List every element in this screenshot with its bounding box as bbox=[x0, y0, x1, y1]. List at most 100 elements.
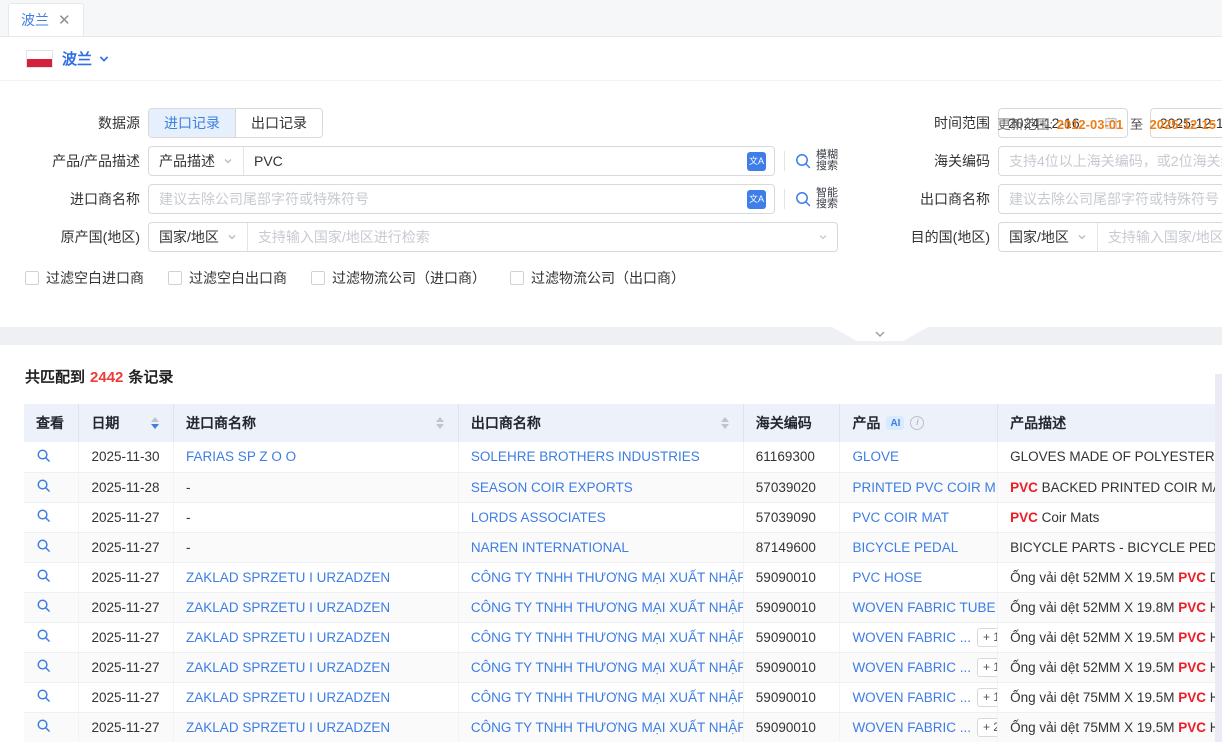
description-text: Ống vải dệt 75MM X 19.5M bbox=[1010, 720, 1178, 735]
more-products-badge[interactable]: + 1 bbox=[977, 658, 998, 677]
exporter-link[interactable]: NAREN INTERNATIONAL bbox=[471, 540, 629, 555]
cell-hs-code: 59090010 bbox=[743, 562, 840, 592]
sort-exporter-button[interactable] bbox=[721, 417, 731, 429]
exporter-link[interactable]: SOLEHRE BROTHERS INDUSTRIES bbox=[471, 449, 700, 464]
sort-date-button[interactable] bbox=[151, 417, 161, 429]
exporter-link[interactable]: CÔNG TY TNHH THƯƠNG MẠI XUẤT NHẬP... bbox=[471, 660, 743, 675]
more-products-badge[interactable]: + 2 bbox=[977, 718, 998, 737]
checkbox[interactable] bbox=[510, 271, 524, 285]
importer-link[interactable]: ZAKLAD SPRZETU I URZADZEN bbox=[186, 570, 390, 585]
description-text: Ống vải dệt 75MM X 19.5M bbox=[1010, 690, 1178, 705]
view-record-button[interactable] bbox=[36, 568, 51, 583]
table-row: 2025-11-28-SEASON COIR EXPORTS57039020PR… bbox=[24, 472, 1222, 502]
view-record-button[interactable] bbox=[36, 448, 51, 463]
description-text: BICYCLE PARTS - BICYCLE PEDAL, bbox=[1010, 540, 1222, 555]
translate-icon[interactable]: 文A bbox=[747, 190, 766, 209]
keyword-highlight: PVC bbox=[1178, 720, 1206, 735]
origin-country-input[interactable] bbox=[248, 223, 818, 251]
filter-logistics-importer[interactable]: 过滤物流公司（进口商） bbox=[311, 268, 486, 288]
cell-view bbox=[24, 622, 79, 652]
collapse-form-button[interactable] bbox=[832, 327, 928, 341]
hs-code-input[interactable] bbox=[999, 147, 1222, 175]
more-products-badge[interactable]: + 1 bbox=[977, 628, 998, 647]
vertical-scrollbar[interactable] bbox=[1215, 374, 1222, 742]
view-record-button[interactable] bbox=[36, 508, 51, 523]
view-record-button[interactable] bbox=[36, 628, 51, 643]
search-form: 更新范围: 2012-03-01 至 2025-12-15 数据源 进口记录 出… bbox=[0, 108, 1222, 327]
chevron-down-icon bbox=[227, 232, 237, 242]
importer-link[interactable]: ZAKLAD SPRZETU I URZADZEN bbox=[186, 660, 390, 675]
exporter-link[interactable]: SEASON COIR EXPORTS bbox=[471, 480, 633, 495]
importer-input[interactable] bbox=[149, 185, 739, 213]
filter-blank-exporter[interactable]: 过滤空白出口商 bbox=[168, 268, 287, 288]
tab-import-records[interactable]: 进口记录 bbox=[149, 109, 235, 137]
smart-search-button[interactable]: 智能搜索 bbox=[794, 188, 838, 211]
more-products-badge[interactable]: + 1 bbox=[977, 688, 998, 707]
product-link[interactable]: WOVEN FABRIC ... bbox=[852, 660, 971, 675]
exporter-link[interactable]: CÔNG TY TNHH THƯƠNG MẠI XUẤT NHẬP... bbox=[471, 600, 743, 615]
cell-view bbox=[24, 472, 79, 502]
fuzzy-search-button[interactable]: 模糊搜索 bbox=[794, 150, 838, 173]
importer-link[interactable]: FARIAS SP Z O O bbox=[186, 449, 296, 464]
magnifier-icon bbox=[36, 568, 51, 583]
product-search-input[interactable] bbox=[244, 147, 739, 175]
importer-link[interactable]: ZAKLAD SPRZETU I URZADZEN bbox=[186, 630, 390, 645]
cell-exporter: CÔNG TY TNHH THƯƠNG MẠI XUẤT NHẬP... bbox=[458, 622, 743, 652]
close-icon[interactable]: ✕ bbox=[58, 13, 71, 28]
cell-description: Ống vải dệt 52MM X 19.5M PVC HOS... bbox=[998, 652, 1222, 682]
importer-link[interactable]: ZAKLAD SPRZETU I URZADZEN bbox=[186, 720, 390, 735]
cell-product: PRINTED PVC COIR M... bbox=[840, 472, 998, 502]
view-record-button[interactable] bbox=[36, 688, 51, 703]
destination-country-input[interactable] bbox=[1098, 223, 1222, 251]
origin-country-group: 国家/地区 bbox=[148, 222, 838, 252]
cell-description: Ống vải dệt 52MM X 19.5M PVC DUR... bbox=[998, 562, 1222, 592]
importer-link[interactable]: ZAKLAD SPRZETU I URZADZEN bbox=[186, 600, 390, 615]
exporter-link[interactable]: CÔNG TY TNHH THƯƠNG MẠI XUẤT NHẬP... bbox=[471, 720, 743, 735]
product-type-select[interactable]: 产品描述 bbox=[149, 147, 244, 175]
data-source-label: 数据源 bbox=[24, 113, 140, 133]
product-link[interactable]: WOVEN FABRIC ... bbox=[852, 720, 971, 735]
checkbox[interactable] bbox=[168, 271, 182, 285]
view-record-button[interactable] bbox=[36, 598, 51, 613]
filter-logistics-exporter[interactable]: 过滤物流公司（出口商） bbox=[510, 268, 685, 288]
tab-export-records[interactable]: 出口记录 bbox=[235, 109, 322, 137]
info-icon[interactable]: i bbox=[910, 416, 924, 430]
translate-icon[interactable]: 文A bbox=[747, 152, 766, 171]
cell-description: Ống vải dệt 52MM X 19.8M PVC HOS... bbox=[998, 592, 1222, 622]
tab-poland[interactable]: 波兰 ✕ bbox=[8, 3, 84, 36]
cell-product: WOVEN FABRIC ... + 1 bbox=[840, 682, 998, 712]
checkbox[interactable] bbox=[311, 271, 325, 285]
product-link[interactable]: WOVEN FABRIC ... bbox=[852, 690, 971, 705]
cell-exporter: CÔNG TY TNHH THƯƠNG MẠI XUẤT NHẬP... bbox=[458, 592, 743, 622]
origin-country-select[interactable]: 国家/地区 bbox=[149, 223, 248, 251]
description-text: Ống vải dệt 52MM X 19.8M bbox=[1010, 600, 1178, 615]
product-link[interactable]: PRINTED PVC COIR M... bbox=[852, 480, 997, 495]
product-link[interactable]: PVC COIR MAT bbox=[852, 510, 949, 525]
exporter-link[interactable]: CÔNG TY TNHH THƯƠNG MẠI XUẤT NHẬP... bbox=[471, 630, 743, 645]
importer-link[interactable]: ZAKLAD SPRZETU I URZADZEN bbox=[186, 690, 390, 705]
checkbox[interactable] bbox=[25, 271, 39, 285]
view-record-button[interactable] bbox=[36, 658, 51, 673]
view-record-button[interactable] bbox=[36, 718, 51, 733]
country-name[interactable]: 波兰 bbox=[62, 48, 92, 69]
view-record-button[interactable] bbox=[36, 478, 51, 493]
cell-date: 2025-11-27 bbox=[79, 502, 174, 532]
product-link[interactable]: GLOVE bbox=[852, 449, 899, 464]
filter-blank-importer[interactable]: 过滤空白进口商 bbox=[25, 268, 144, 288]
chevron-down-icon[interactable] bbox=[98, 53, 110, 65]
keyword-highlight: PVC bbox=[1010, 480, 1038, 495]
destination-country-select[interactable]: 国家/地区 bbox=[999, 223, 1098, 251]
exporter-link[interactable]: LORDS ASSOCIATES bbox=[471, 510, 606, 525]
product-link[interactable]: BICYCLE PEDAL bbox=[852, 540, 958, 555]
sort-importer-button[interactable] bbox=[436, 417, 446, 429]
exporter-input[interactable] bbox=[999, 185, 1222, 213]
product-link[interactable]: WOVEN FABRIC ... bbox=[852, 630, 971, 645]
exporter-link[interactable]: CÔNG TY TNHH THƯƠNG MẠI XUẤT NHẬP... bbox=[471, 570, 743, 585]
product-link[interactable]: WOVEN FABRIC TUBE bbox=[852, 600, 995, 615]
cell-importer: - bbox=[174, 472, 459, 502]
table-row: 2025-11-27ZAKLAD SPRZETU I URZADZENCÔNG … bbox=[24, 562, 1222, 592]
cell-importer: ZAKLAD SPRZETU I URZADZEN bbox=[174, 712, 459, 742]
exporter-link[interactable]: CÔNG TY TNHH THƯƠNG MẠI XUẤT NHẬP... bbox=[471, 690, 743, 705]
product-link[interactable]: PVC HOSE bbox=[852, 570, 922, 585]
view-record-button[interactable] bbox=[36, 538, 51, 553]
